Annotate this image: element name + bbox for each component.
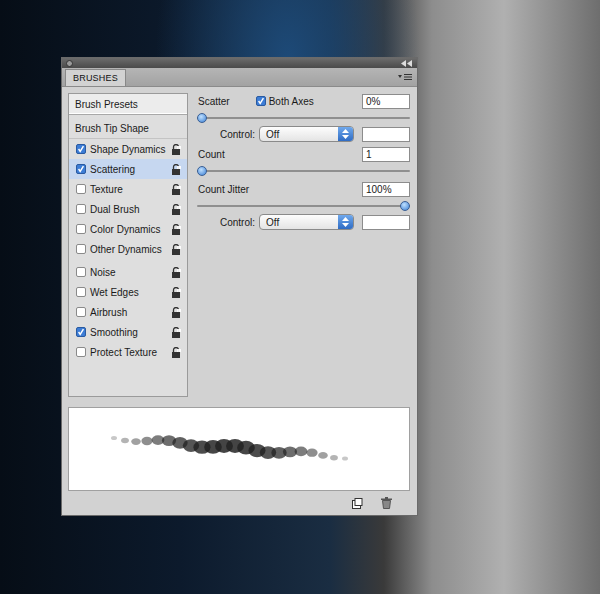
brush-stroke-icon: [69, 408, 409, 490]
list-item[interactable]: Wet Edges: [69, 282, 187, 302]
menu-icon[interactable]: [398, 73, 412, 81]
control-field[interactable]: [362, 127, 410, 142]
lock-icon[interactable]: [171, 244, 181, 255]
check-icon: [77, 327, 85, 337]
lock-icon[interactable]: [171, 327, 181, 338]
list-item[interactable]: Color Dynamics: [69, 219, 187, 239]
checkbox[interactable]: [76, 267, 86, 277]
setting-label: Scatter: [198, 96, 230, 107]
trash-icon[interactable]: [381, 497, 392, 509]
desktop: BRUSHES Brush Presets Brush Tip ShapeShape…: [0, 0, 600, 594]
checkbox[interactable]: [76, 204, 86, 214]
slider-thumb[interactable]: [197, 113, 207, 123]
brushes-panel: BRUSHES Brush Presets Brush Tip ShapeShape…: [61, 57, 418, 516]
new-brush-icon[interactable]: [352, 498, 363, 509]
checkbox[interactable]: [76, 244, 86, 254]
list-header[interactable]: Brush Presets: [69, 94, 187, 115]
updown-icon: [342, 217, 349, 227]
control-field[interactable]: [362, 215, 410, 230]
settings-pane: ScatterBoth Axes0%Control:OffCount1Count…: [197, 93, 410, 397]
value-field[interactable]: 0%: [362, 94, 410, 109]
list-item[interactable]: Protect Texture: [69, 342, 187, 362]
setting: Count Jitter 100% Control: Off: [197, 181, 410, 231]
option-list: Brush Presets Brush Tip ShapeShape Dynami…: [68, 93, 188, 397]
check-icon: [77, 164, 85, 174]
control-label: Control:: [220, 129, 255, 140]
lock-icon[interactable]: [171, 267, 181, 278]
control-dropdown[interactable]: Off: [259, 214, 354, 230]
list-item[interactable]: Shape Dynamics: [69, 139, 187, 159]
lock-icon[interactable]: [171, 287, 181, 298]
checkbox[interactable]: [76, 327, 86, 337]
slider[interactable]: [197, 111, 410, 125]
checkbox[interactable]: [76, 307, 86, 317]
lock-icon[interactable]: [171, 204, 181, 215]
lock-icon[interactable]: [171, 307, 181, 318]
setting-label: Count Jitter: [198, 184, 249, 195]
tab-row: BRUSHES: [62, 68, 417, 87]
setting-label: Count: [198, 149, 225, 160]
checkbox[interactable]: [256, 96, 266, 106]
panel-tab[interactable]: BRUSHES: [65, 69, 126, 86]
list-item[interactable]: Dual Brush: [69, 199, 187, 219]
checkbox[interactable]: [76, 347, 86, 357]
checkbox[interactable]: [76, 184, 86, 194]
control-label: Control:: [220, 217, 255, 228]
both-axes-option[interactable]: Both Axes: [256, 96, 314, 107]
collapse-icon[interactable]: [401, 60, 413, 67]
slider-thumb[interactable]: [197, 166, 207, 176]
check-icon: [257, 96, 265, 106]
slider[interactable]: [197, 164, 410, 178]
setting: Count 1: [197, 146, 410, 178]
list-item[interactable]: Smoothing: [69, 322, 187, 342]
list-item[interactable]: Noise: [69, 262, 187, 282]
updown-icon: [342, 129, 349, 139]
control-dropdown[interactable]: Off: [259, 126, 354, 142]
list-header[interactable]: Brush Tip Shape: [69, 118, 187, 139]
stroke-preview: [68, 407, 410, 491]
checkbox[interactable]: [76, 224, 86, 234]
lock-icon[interactable]: [171, 224, 181, 235]
list-item[interactable]: Other Dynamics: [69, 239, 187, 259]
list-item[interactable]: Scattering: [69, 159, 187, 179]
lock-icon[interactable]: [171, 184, 181, 195]
setting: Scatter Both Axes 0% Control: Off: [197, 93, 410, 143]
close-icon[interactable]: [66, 60, 73, 67]
slider-thumb[interactable]: [400, 201, 410, 211]
value-field[interactable]: 1: [362, 147, 410, 162]
lock-icon[interactable]: [171, 347, 181, 358]
check-icon: [77, 144, 85, 154]
lock-icon[interactable]: [171, 164, 181, 175]
checkbox[interactable]: [76, 164, 86, 174]
list-item[interactable]: Texture: [69, 179, 187, 199]
checkbox[interactable]: [76, 287, 86, 297]
lock-icon[interactable]: [171, 144, 181, 155]
slider[interactable]: [197, 199, 410, 213]
title-bar[interactable]: [62, 58, 417, 68]
list-item[interactable]: Airbrush: [69, 302, 187, 322]
value-field[interactable]: 100%: [362, 182, 410, 197]
checkbox[interactable]: [76, 144, 86, 154]
